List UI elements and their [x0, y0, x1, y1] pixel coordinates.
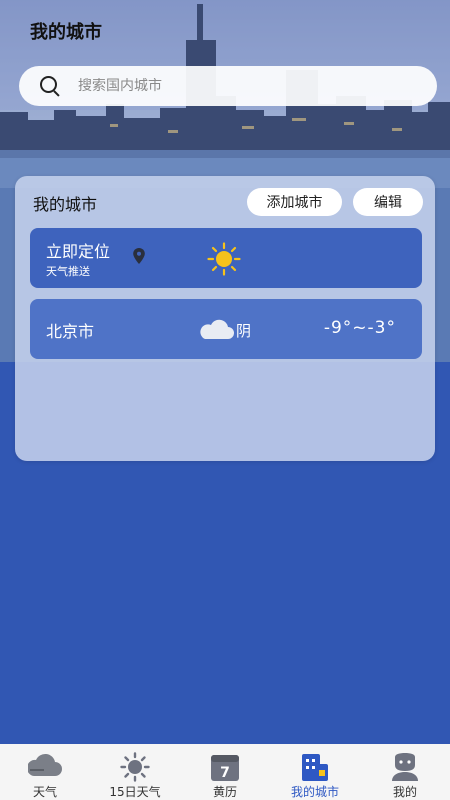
cloud-icon	[200, 319, 234, 339]
tab-label: 15日天气	[109, 785, 161, 799]
my-cities-card: 我的城市 添加城市 编辑 立即定位 天气推送 北京市 阴 -9°~-3°	[15, 176, 435, 461]
page-title: 我的城市	[30, 22, 102, 43]
tab-label: 黄历	[212, 785, 237, 799]
tab-label: 我的城市	[290, 785, 339, 799]
tab-almanac[interactable]: 7 黄历	[180, 744, 270, 800]
calendar-badge: 7	[220, 765, 230, 781]
locate-city-row[interactable]: 立即定位 天气推送	[30, 228, 422, 288]
edit-button[interactable]: 编辑	[353, 188, 423, 216]
city-building-icon	[302, 754, 328, 781]
search-input[interactable]	[78, 78, 378, 94]
city-row-beijing[interactable]: 北京市 阴 -9°~-3°	[30, 299, 422, 359]
add-city-button[interactable]: 添加城市	[247, 188, 342, 216]
search-icon	[39, 75, 61, 97]
temperature-range: -9°~-3°	[323, 318, 396, 338]
tab-15-day-weather[interactable]: 15日天气	[90, 744, 180, 800]
sun-icon	[120, 752, 150, 782]
calendar-icon: 7	[211, 755, 239, 781]
sun-icon	[207, 242, 241, 276]
city-name: 北京市	[46, 322, 95, 341]
tab-label: 我的	[392, 785, 417, 799]
profile-icon	[392, 753, 418, 781]
tab-my-cities[interactable]: 我的城市	[270, 744, 360, 800]
tab-weather[interactable]: 天气	[0, 744, 90, 800]
card-title: 我的城市	[33, 195, 98, 214]
bottom-tab-bar: 天气 15日天气 7 黄历 我的城市 我的	[0, 744, 450, 800]
tab-label: 天气	[32, 785, 57, 799]
search-bar[interactable]	[19, 66, 437, 106]
city-subtitle: 天气推送	[46, 265, 90, 278]
tab-profile[interactable]: 我的	[360, 744, 450, 800]
weather-condition: 阴	[236, 322, 252, 340]
city-name: 立即定位	[46, 242, 111, 261]
location-pin-icon	[133, 248, 145, 264]
weather-cloud-icon	[28, 753, 62, 776]
